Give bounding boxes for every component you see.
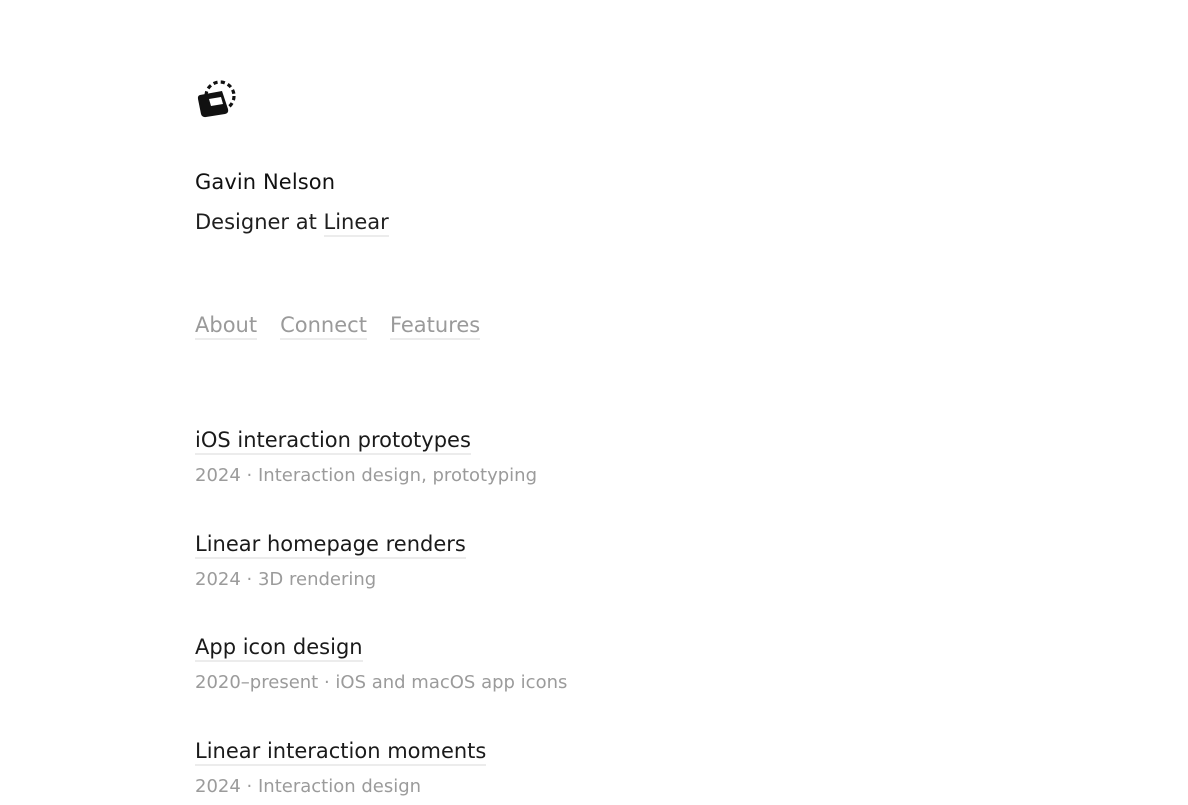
company-link[interactable]: Linear bbox=[323, 210, 389, 237]
nav-link-connect[interactable]: Connect bbox=[280, 313, 367, 340]
nav-link-about[interactable]: About bbox=[195, 313, 258, 340]
project-list: iOS interaction prototypes 2024 · Intera… bbox=[195, 428, 895, 805]
nav-link-features[interactable]: Features bbox=[389, 313, 481, 340]
project-title-link[interactable]: App icon design bbox=[195, 635, 363, 662]
project-meta: 2024 · Interaction design, prototyping bbox=[195, 465, 537, 486]
project-item: Linear interaction moments 2024 · Intera… bbox=[195, 739, 895, 805]
project-title-link[interactable]: Linear homepage renders bbox=[195, 532, 466, 559]
project-title-link[interactable]: Linear interaction moments bbox=[195, 739, 487, 766]
project-meta: 2020–present · iOS and macOS app icons bbox=[195, 672, 568, 693]
role-prefix: Designer at bbox=[195, 210, 324, 234]
project-item: App icon design 2020–present · iOS and m… bbox=[195, 635, 895, 739]
project-title-link[interactable]: iOS interaction prototypes bbox=[195, 428, 471, 455]
profile-role: Designer at Linear bbox=[195, 210, 389, 237]
project-meta: 2024 · 3D rendering bbox=[195, 568, 377, 590]
project-item: Linear homepage renders 2024 · 3D render… bbox=[195, 532, 895, 636]
project-meta: 2024 · Interaction design bbox=[195, 775, 422, 797]
profile-name: Gavin Nelson bbox=[195, 170, 336, 194]
page: Gavin Nelson Designer at Linear About Co… bbox=[0, 0, 1188, 805]
primary-nav: About Connect Features bbox=[195, 313, 481, 340]
dashed-circle-cube-icon[interactable] bbox=[196, 78, 240, 118]
project-item: iOS interaction prototypes 2024 · Intera… bbox=[195, 428, 895, 532]
